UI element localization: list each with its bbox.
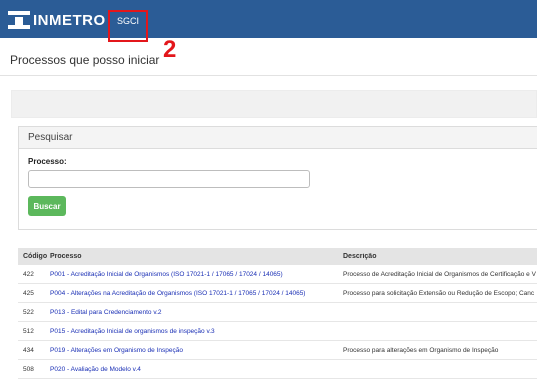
row-process-link[interactable]: P015 - Acreditação Inicial de organismos…	[50, 328, 343, 335]
row-code: 508	[23, 365, 34, 373]
row-code: 422	[23, 270, 34, 278]
row-code: 512	[23, 327, 34, 335]
row-process-link[interactable]: P004 - Alterações na Acreditação de Orga…	[50, 290, 343, 297]
processes-table: Código Processo Descrição 422 P001 - Acr…	[18, 248, 537, 379]
table-row: 425 P004 - Alterações na Acreditação de …	[18, 284, 537, 303]
row-description: Processo para alterações em Organismo de…	[343, 346, 499, 354]
column-header-description[interactable]: Descrição	[343, 253, 537, 260]
search-panel-title: Pesquisar	[19, 127, 537, 149]
nav-item-sgci[interactable]: SGCI	[108, 10, 148, 42]
process-field-label: Processo:	[28, 157, 67, 166]
column-header-process[interactable]: Processo	[50, 253, 343, 260]
inmetro-logo[interactable]: INMETRO	[8, 10, 106, 30]
toolbar-band	[11, 90, 537, 118]
process-search-input[interactable]	[28, 170, 310, 188]
table-row: 422 P001 - Acreditação Inicial de Organi…	[18, 265, 537, 284]
search-panel: Pesquisar Processo: Buscar	[18, 126, 537, 230]
row-process-link[interactable]: P020 - Avaliação de Modelo v.4	[50, 366, 343, 373]
page-title: Processos que posso iniciar	[10, 53, 160, 67]
row-description: Processo para solicitação Extensão ou Re…	[343, 289, 535, 297]
table-header: Código Processo Descrição	[18, 248, 537, 265]
row-process-link[interactable]: P019 - Alterações em Organismo de Inspeç…	[50, 347, 343, 354]
divider	[0, 75, 537, 76]
table-row: 508 P020 - Avaliação de Modelo v.4	[18, 360, 537, 379]
row-process-link[interactable]: P013 - Edital para Credenciamento v.2	[50, 309, 343, 316]
table-row: 522 P013 - Edital para Credenciamento v.…	[18, 303, 537, 322]
search-button[interactable]: Buscar	[28, 196, 66, 216]
row-code: 434	[23, 346, 34, 354]
row-process-link[interactable]: P001 - Acreditação Inicial de Organismos…	[50, 271, 343, 278]
row-description: Processo de Acreditação Inicial de Organ…	[343, 270, 536, 278]
table-row: 512 P015 - Acreditação Inicial de organi…	[18, 322, 537, 341]
logo-text: INMETRO	[33, 11, 106, 29]
row-code: 425	[23, 289, 34, 297]
row-code: 522	[23, 308, 34, 316]
top-navbar: INMETRO SGCI	[0, 0, 537, 42]
table-row: 434 P019 - Alterações em Organismo de In…	[18, 341, 537, 360]
inmetro-logo-icon	[8, 11, 30, 29]
annotation-number: 2	[163, 36, 177, 63]
column-header-code[interactable]: Código	[18, 253, 50, 260]
